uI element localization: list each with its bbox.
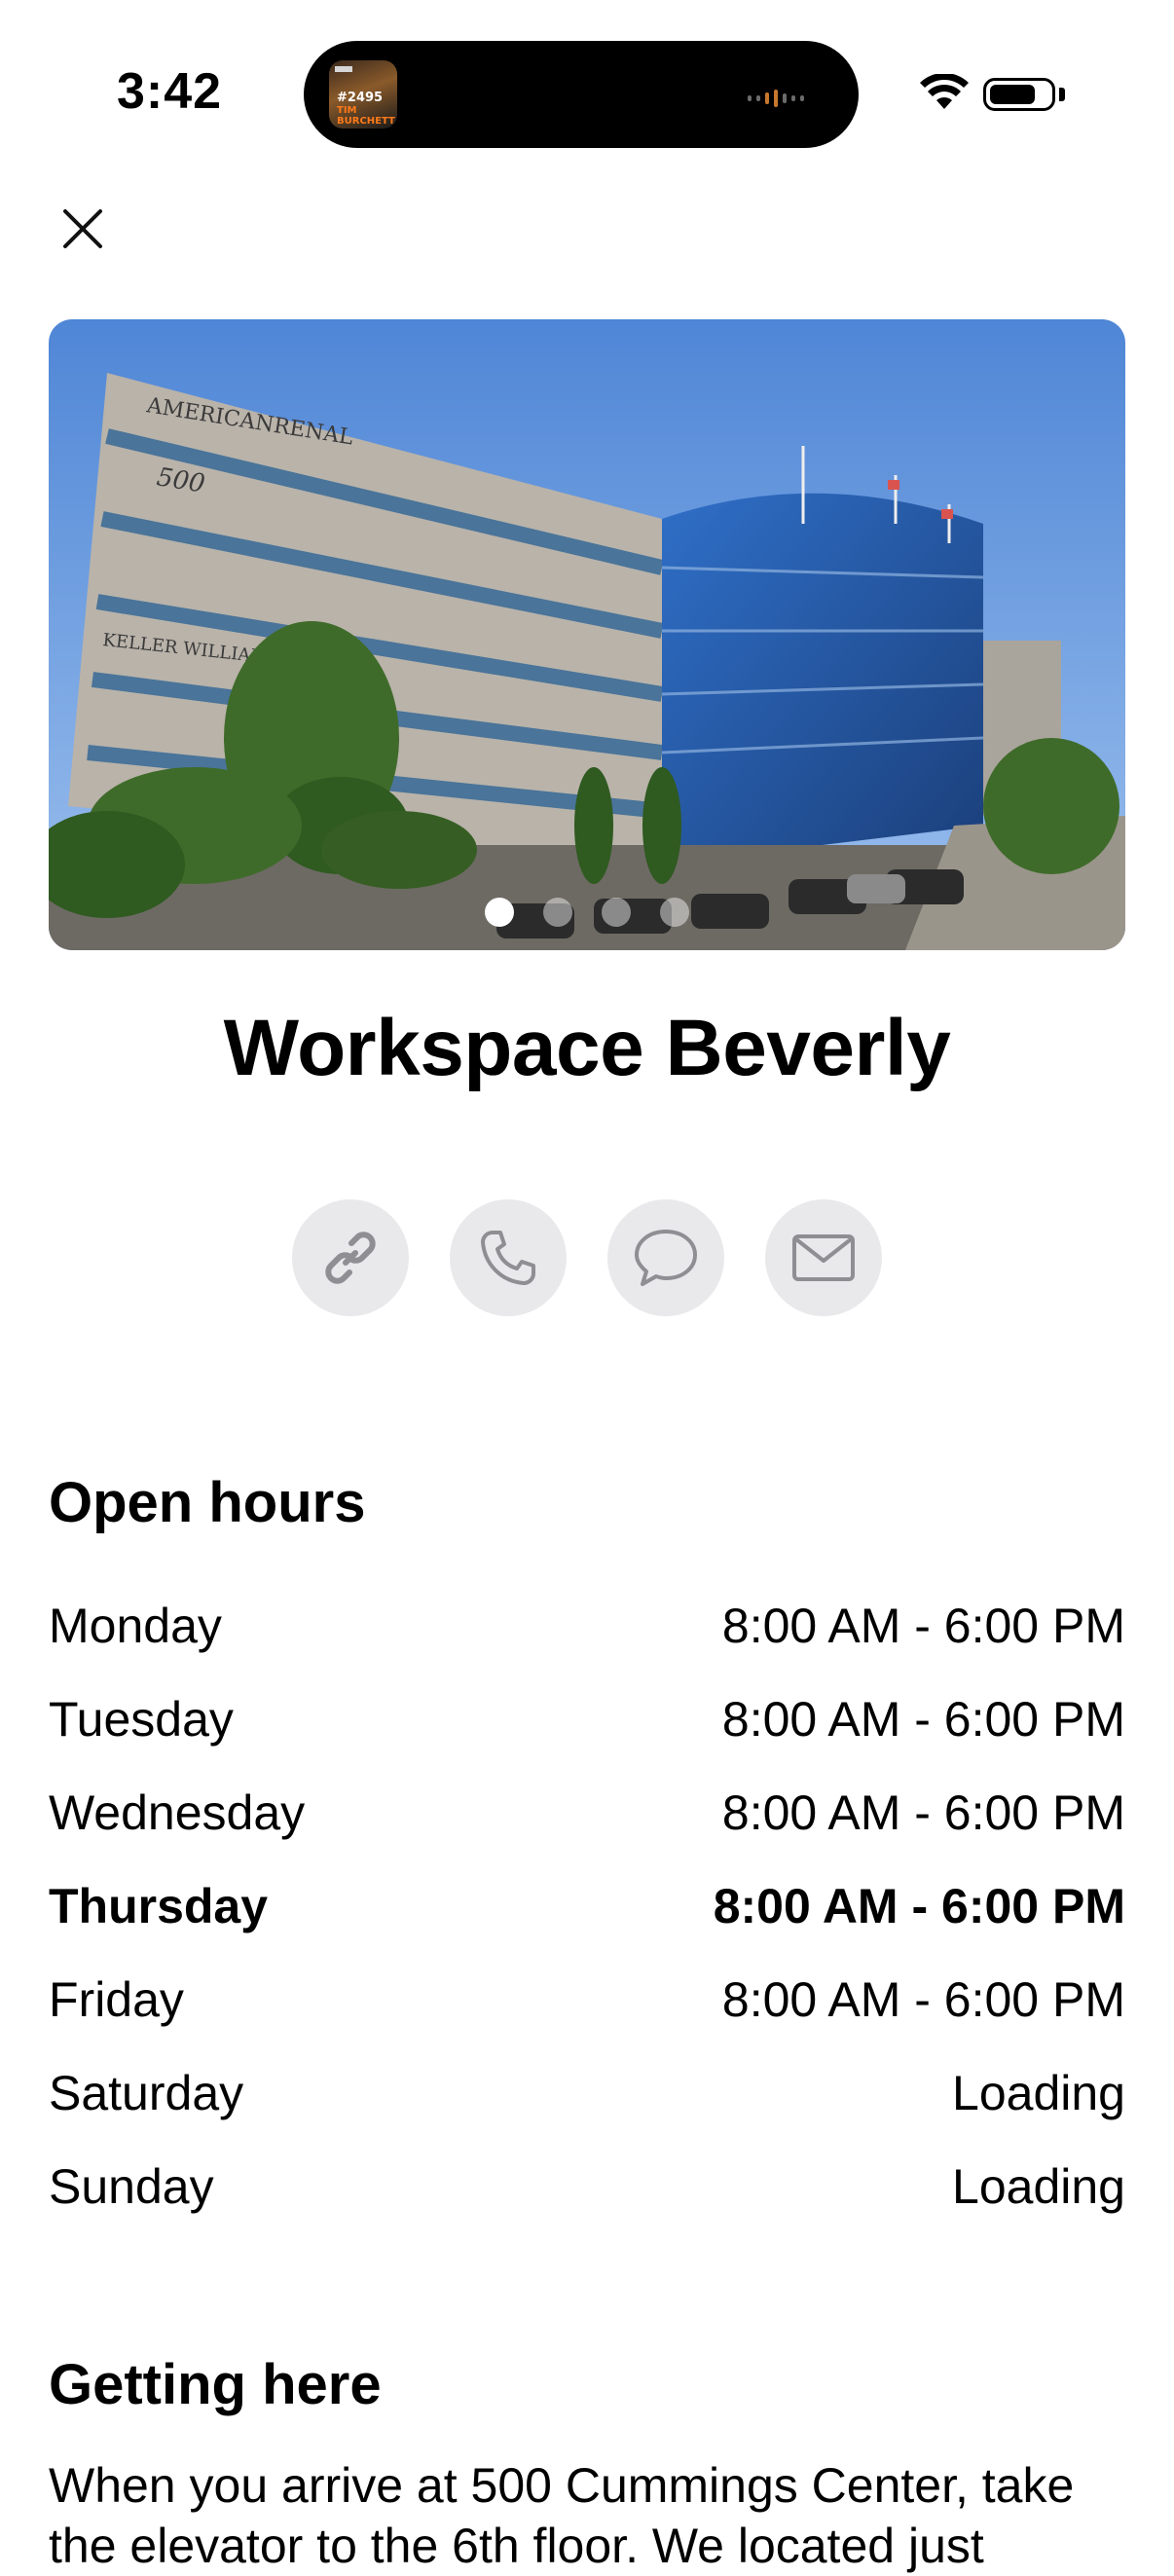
day-label: Wednesday [49,1785,306,1840]
carousel-dot-2[interactable] [543,898,572,927]
artwork-episode: #2495 [337,91,384,105]
link-icon [325,1232,376,1284]
hours-value: 8:00 AM - 6:00 PM [721,1785,1125,1840]
carousel-page-indicator[interactable] [49,898,1125,927]
day-label: Saturday [49,2066,244,2120]
close-button[interactable] [49,195,117,263]
hours-value: 8:00 AM - 6:00 PM [713,1879,1125,1933]
hours-row-sunday: Sunday Loading [49,2140,1125,2233]
open-hours-list: Monday 8:00 AM - 6:00 PM Tuesday 8:00 AM… [49,1579,1125,2233]
place-title: Workspace Beverly [223,1004,951,1092]
email-button[interactable] [765,1199,882,1316]
audio-waveform-icon [748,90,804,107]
hours-value: Loading [952,2159,1125,2214]
message-icon [635,1230,697,1286]
contact-actions [0,1199,1174,1316]
hours-value: 8:00 AM - 6:00 PM [721,1599,1125,1653]
status-time: 3:42 [117,63,223,120]
photo-carousel[interactable]: AMERICANRENAL 500 KELLER WILLIAMS REALTY [49,319,1125,950]
phone-button[interactable] [450,1199,567,1316]
carousel-dot-3[interactable] [602,898,631,927]
day-label: Friday [49,1972,184,2027]
hours-row-tuesday: Tuesday 8:00 AM - 6:00 PM [49,1673,1125,1766]
hours-row-wednesday: Wednesday 8:00 AM - 6:00 PM [49,1766,1125,1859]
open-hours-title: Open hours [49,1471,366,1534]
hours-value: 8:00 AM - 6:00 PM [721,1692,1125,1747]
artwork-name: TIM BURCHETT [337,105,395,127]
carousel-dot-1[interactable] [485,898,514,927]
building-photo: AMERICANRENAL 500 KELLER WILLIAMS REALTY [49,319,1125,950]
now-playing-artwork: #2495 TIM BURCHETT [329,60,397,129]
day-label: Monday [49,1599,222,1653]
wifi-icon [920,74,969,109]
day-label: Tuesday [49,1692,234,1747]
mail-icon [792,1234,855,1281]
close-icon [63,209,102,248]
day-label: Thursday [49,1879,269,1933]
carousel-dot-4[interactable] [660,898,689,927]
hours-value: Loading [952,2066,1125,2120]
link-button[interactable] [292,1199,409,1316]
battery-icon [983,78,1055,111]
hours-value: 8:00 AM - 6:00 PM [721,1972,1125,2027]
dynamic-island[interactable]: #2495 TIM BURCHETT [304,41,859,148]
getting-here-text: When you arrive at 500 Cummings Center, … [49,2458,1075,2573]
day-label: Sunday [49,2159,214,2214]
getting-here-title: Getting here [49,2353,382,2416]
hours-row-saturday: Saturday Loading [49,2046,1125,2140]
hours-row-friday: Friday 8:00 AM - 6:00 PM [49,1953,1125,2046]
hours-row-monday: Monday 8:00 AM - 6:00 PM [49,1579,1125,1673]
message-button[interactable] [607,1199,724,1316]
phone-icon [481,1231,535,1285]
hours-row-thursday-today: Thursday 8:00 AM - 6:00 PM [49,1859,1125,1953]
battery-cap [1059,88,1065,101]
